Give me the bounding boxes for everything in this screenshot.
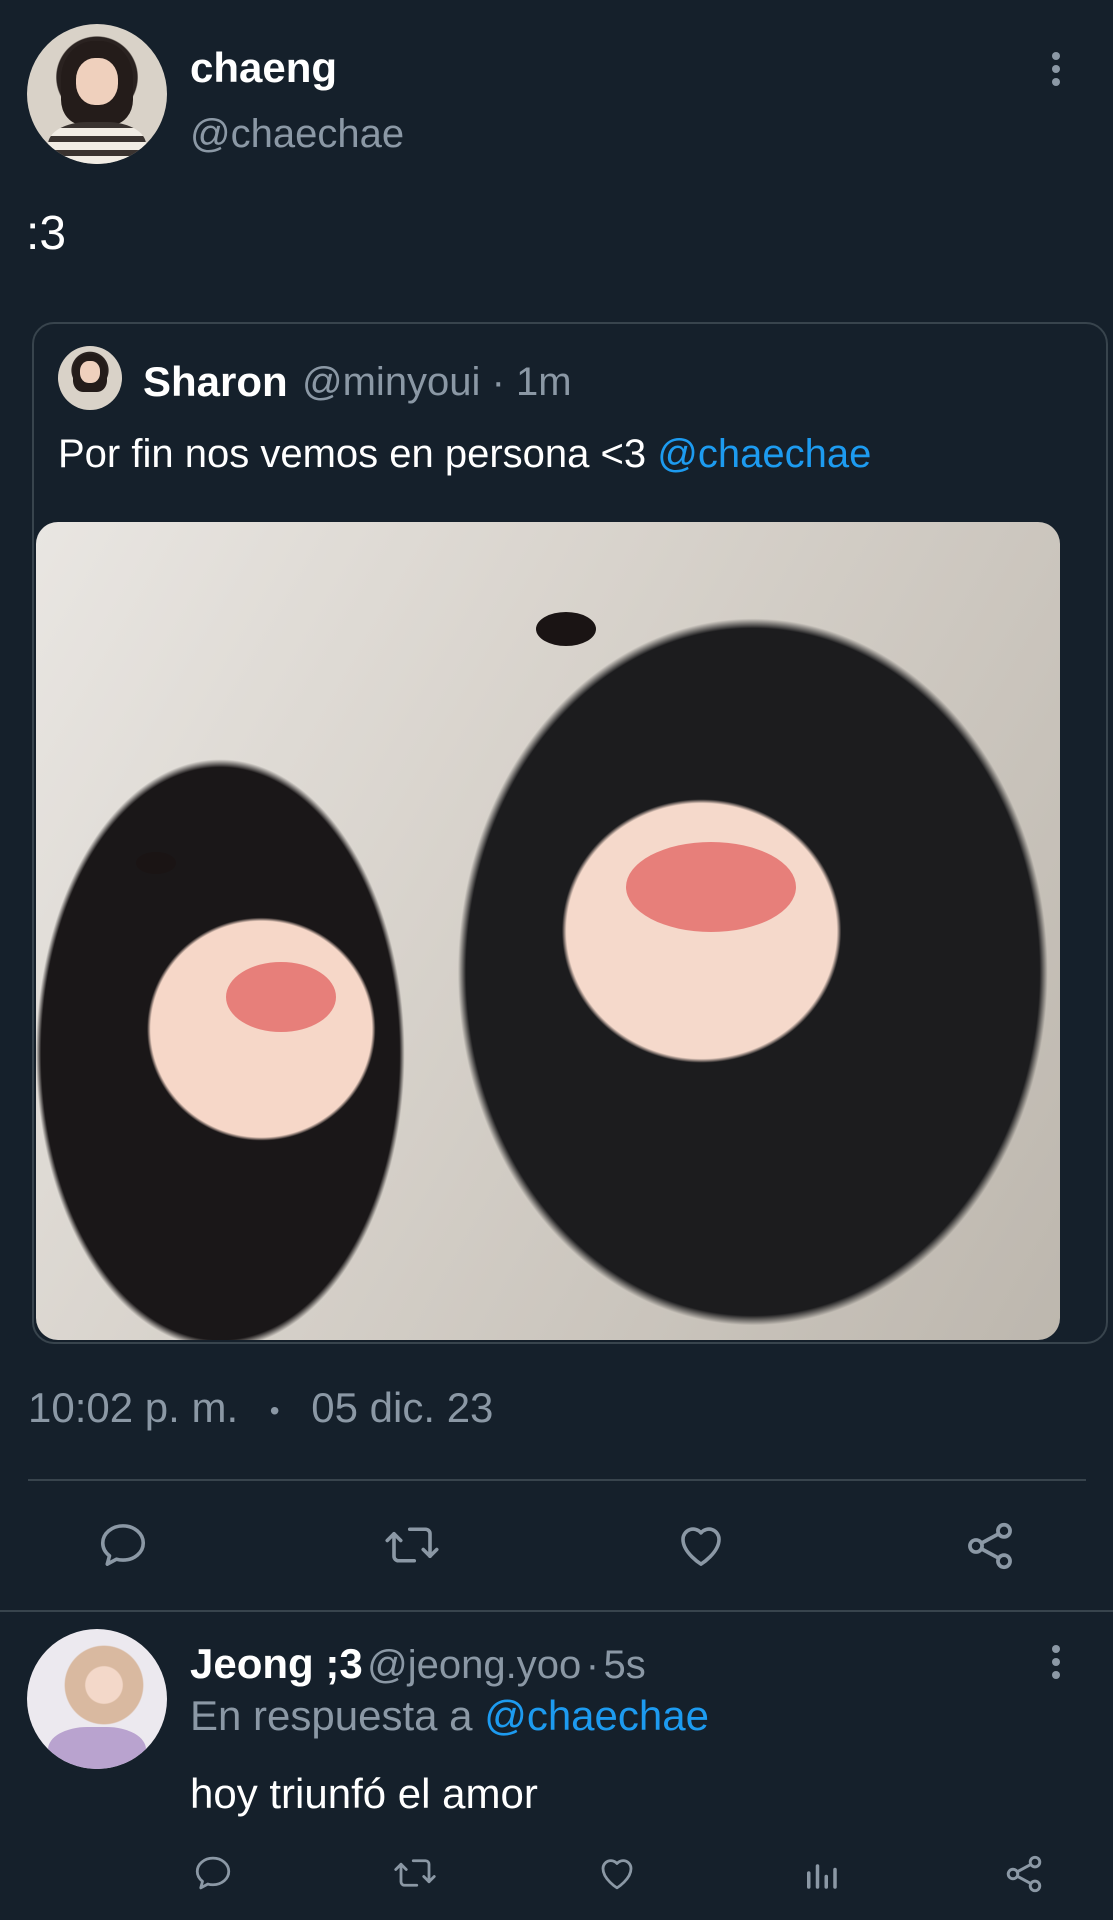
in-reply-to: En respuesta a @chaechae bbox=[190, 1692, 709, 1740]
author-display-name[interactable]: chaeng bbox=[190, 44, 337, 92]
tweet-time[interactable]: 10:02 p. m. bbox=[28, 1384, 238, 1431]
reply-time[interactable]: 5s bbox=[603, 1643, 645, 1687]
divider bbox=[28, 1479, 1086, 1481]
more-options-icon[interactable] bbox=[1048, 52, 1064, 91]
quoted-meta: @minyoui · 1m bbox=[302, 360, 572, 405]
reply-retweet-icon[interactable] bbox=[392, 1852, 438, 1894]
author-handle[interactable]: @chaechae bbox=[190, 112, 404, 157]
share-icon[interactable] bbox=[962, 1518, 1018, 1574]
reply-like-icon[interactable] bbox=[596, 1852, 638, 1894]
reply-text: hoy triunfó el amor bbox=[190, 1770, 538, 1817]
time-separator: · bbox=[491, 360, 505, 404]
reply-icon[interactable] bbox=[96, 1518, 150, 1572]
quoted-body: Por fin nos vemos en persona <3 bbox=[58, 432, 658, 476]
like-icon[interactable] bbox=[674, 1518, 728, 1572]
retweet-icon[interactable] bbox=[382, 1518, 442, 1572]
reply-author-avatar[interactable] bbox=[27, 1629, 167, 1769]
tweet-date[interactable]: 05 dic. 23 bbox=[311, 1384, 493, 1431]
quoted-time[interactable]: 1m bbox=[516, 360, 572, 404]
reply-author-handle[interactable]: @jeong.yoo bbox=[367, 1643, 581, 1687]
analytics-icon[interactable] bbox=[800, 1852, 842, 1894]
quoted-text: Por fin nos vemos en persona <3 @chaecha… bbox=[58, 432, 871, 477]
quoted-photo[interactable] bbox=[36, 522, 1060, 1340]
reply-share-icon[interactable] bbox=[1002, 1852, 1046, 1896]
tweet-timestamp: 10:02 p. m. • 05 dic. 23 bbox=[28, 1384, 493, 1432]
author-avatar[interactable] bbox=[27, 24, 167, 164]
reply-time-separator: · bbox=[585, 1643, 600, 1687]
timestamp-separator: • bbox=[269, 1394, 280, 1426]
reply-more-options-icon[interactable] bbox=[1048, 1645, 1064, 1684]
reply-reply-icon[interactable] bbox=[192, 1852, 234, 1894]
mention-link[interactable]: @chaechae bbox=[657, 432, 871, 476]
in-reply-prefix: En respuesta a bbox=[190, 1692, 473, 1739]
in-reply-mention[interactable]: @chaechae bbox=[484, 1692, 709, 1739]
quoted-author-avatar[interactable] bbox=[58, 346, 122, 410]
divider bbox=[0, 1610, 1113, 1612]
reply-header: Jeong ;3 @jeong.yoo · 5s bbox=[190, 1640, 646, 1688]
quoted-author-name[interactable]: Sharon bbox=[143, 358, 288, 406]
quoted-author-handle[interactable]: @minyoui bbox=[302, 360, 480, 404]
tweet-text: :3 bbox=[26, 207, 67, 260]
reply-author-name[interactable]: Jeong ;3 bbox=[190, 1640, 363, 1687]
